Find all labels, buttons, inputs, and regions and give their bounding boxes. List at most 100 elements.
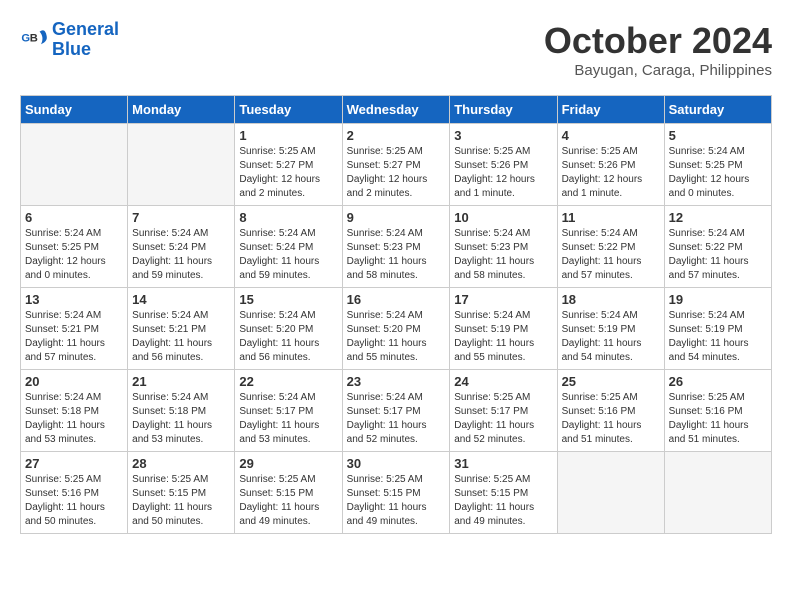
- calendar-day-cell: 25Sunrise: 5:25 AM Sunset: 5:16 PM Dayli…: [557, 370, 664, 452]
- month-title: October 2024: [544, 20, 772, 62]
- day-number: 19: [669, 292, 767, 307]
- calendar-day-cell: 4 Sunrise: 5:25 AM Sunset: 5:26 PM Daylig…: [557, 124, 664, 206]
- day-info: Sunrise: 5:24 AM Sunset: 5:25 PM Dayligh…: [669, 145, 767, 201]
- day-number: 3: [454, 128, 552, 143]
- calendar-day-cell: 31Sunrise: 5:25 AM Sunset: 5:15 PM Dayli…: [450, 452, 557, 534]
- calendar-table: SundayMondayTuesdayWednesdayThursdayFrid…: [20, 95, 772, 534]
- day-number: 22: [239, 374, 337, 389]
- calendar-day-cell: 30Sunrise: 5:25 AM Sunset: 5:15 PM Dayli…: [342, 452, 450, 534]
- day-info: Sunrise: 5:25 AM Sunset: 5:15 PM Dayligh…: [239, 473, 337, 529]
- day-number: 21: [132, 374, 230, 389]
- calendar-body: 1 Sunrise: 5:25 AM Sunset: 5:27 PM Daylig…: [21, 124, 772, 534]
- day-info: Sunrise: 5:25 AM Sunset: 5:27 PM Dayligh…: [239, 145, 337, 201]
- day-info: Sunrise: 5:24 AM Sunset: 5:22 PM Dayligh…: [669, 227, 767, 283]
- day-number: 7: [132, 210, 230, 225]
- weekday-header: Monday: [128, 96, 235, 124]
- day-number: 28: [132, 456, 230, 471]
- day-number: 9: [347, 210, 446, 225]
- day-number: 29: [239, 456, 337, 471]
- day-number: 4: [562, 128, 660, 143]
- day-number: 11: [562, 210, 660, 225]
- calendar-day-cell: 7 Sunrise: 5:24 AM Sunset: 5:24 PM Daylig…: [128, 206, 235, 288]
- day-info: Sunrise: 5:24 AM Sunset: 5:24 PM Dayligh…: [132, 227, 230, 283]
- day-info: Sunrise: 5:24 AM Sunset: 5:24 PM Dayligh…: [239, 227, 337, 283]
- day-number: 23: [347, 374, 446, 389]
- calendar-day-cell: 20 Sunrise: 5:24 AM Sunset: 5:18 PM Dayli…: [21, 370, 128, 452]
- svg-text:G: G: [21, 32, 30, 44]
- weekday-header: Wednesday: [342, 96, 450, 124]
- day-info: Sunrise: 5:24 AM Sunset: 5:17 PM Dayligh…: [239, 391, 337, 447]
- calendar-week-row: 6 Sunrise: 5:24 AM Sunset: 5:25 PM Daylig…: [21, 206, 772, 288]
- calendar-header-row: SundayMondayTuesdayWednesdayThursdayFrid…: [21, 96, 772, 124]
- day-info: Sunrise: 5:25 AM Sunset: 5:26 PM Dayligh…: [562, 145, 660, 201]
- day-info: Sunrise: 5:25 AM Sunset: 5:16 PM Dayligh…: [669, 391, 767, 447]
- calendar-day-cell: 19 Sunrise: 5:24 AM Sunset: 5:19 PM Dayli…: [664, 288, 771, 370]
- title-block: October 2024 Bayugan, Caraga, Philippine…: [544, 20, 772, 79]
- day-number: 27: [25, 456, 123, 471]
- calendar-day-cell: 5 Sunrise: 5:24 AM Sunset: 5:25 PM Daylig…: [664, 124, 771, 206]
- calendar-day-cell: 11 Sunrise: 5:24 AM Sunset: 5:22 PM Dayli…: [557, 206, 664, 288]
- day-info: Sunrise: 5:25 AM Sunset: 5:16 PM Dayligh…: [25, 473, 123, 529]
- day-info: Sunrise: 5:24 AM Sunset: 5:20 PM Dayligh…: [239, 309, 337, 365]
- day-number: 10: [454, 210, 552, 225]
- calendar-week-row: 13 Sunrise: 5:24 AM Sunset: 5:21 PM Dayli…: [21, 288, 772, 370]
- location-subtitle: Bayugan, Caraga, Philippines: [544, 62, 772, 79]
- day-number: 13: [25, 292, 123, 307]
- logo-line1: General: [52, 19, 119, 39]
- day-number: 30: [347, 456, 446, 471]
- weekday-header: Thursday: [450, 96, 557, 124]
- day-number: 12: [669, 210, 767, 225]
- calendar-day-cell: 15Sunrise: 5:24 AM Sunset: 5:20 PM Dayli…: [235, 288, 342, 370]
- logo: G B General Blue: [20, 20, 119, 60]
- day-number: 20: [25, 374, 123, 389]
- weekday-header: Saturday: [664, 96, 771, 124]
- day-info: Sunrise: 5:24 AM Sunset: 5:19 PM Dayligh…: [562, 309, 660, 365]
- day-info: Sunrise: 5:25 AM Sunset: 5:26 PM Dayligh…: [454, 145, 552, 201]
- day-info: Sunrise: 5:24 AM Sunset: 5:19 PM Dayligh…: [454, 309, 552, 365]
- calendar-day-cell: 17Sunrise: 5:24 AM Sunset: 5:19 PM Dayli…: [450, 288, 557, 370]
- calendar-day-cell: 23Sunrise: 5:24 AM Sunset: 5:17 PM Dayli…: [342, 370, 450, 452]
- calendar-day-cell: 2 Sunrise: 5:25 AM Sunset: 5:27 PM Daylig…: [342, 124, 450, 206]
- calendar-week-row: 20 Sunrise: 5:24 AM Sunset: 5:18 PM Dayli…: [21, 370, 772, 452]
- day-info: Sunrise: 5:25 AM Sunset: 5:17 PM Dayligh…: [454, 391, 552, 447]
- calendar-week-row: 27 Sunrise: 5:25 AM Sunset: 5:16 PM Dayli…: [21, 452, 772, 534]
- day-number: 6: [25, 210, 123, 225]
- day-info: Sunrise: 5:24 AM Sunset: 5:18 PM Dayligh…: [25, 391, 123, 447]
- day-number: 1: [239, 128, 337, 143]
- day-info: Sunrise: 5:25 AM Sunset: 5:15 PM Dayligh…: [454, 473, 552, 529]
- day-number: 25: [562, 374, 660, 389]
- day-number: 18: [562, 292, 660, 307]
- day-number: 26: [669, 374, 767, 389]
- calendar-day-cell: 22 Sunrise: 5:24 AM Sunset: 5:17 PM Dayli…: [235, 370, 342, 452]
- svg-text:B: B: [30, 32, 38, 44]
- weekday-header: Tuesday: [235, 96, 342, 124]
- calendar-day-cell: 1 Sunrise: 5:25 AM Sunset: 5:27 PM Daylig…: [235, 124, 342, 206]
- day-info: Sunrise: 5:24 AM Sunset: 5:21 PM Dayligh…: [25, 309, 123, 365]
- day-number: 2: [347, 128, 446, 143]
- calendar-day-cell: 8Sunrise: 5:24 AM Sunset: 5:24 PM Daylig…: [235, 206, 342, 288]
- day-info: Sunrise: 5:24 AM Sunset: 5:20 PM Dayligh…: [347, 309, 446, 365]
- weekday-header: Sunday: [21, 96, 128, 124]
- calendar-day-cell: 6 Sunrise: 5:24 AM Sunset: 5:25 PM Daylig…: [21, 206, 128, 288]
- day-info: Sunrise: 5:24 AM Sunset: 5:25 PM Dayligh…: [25, 227, 123, 283]
- day-info: Sunrise: 5:24 AM Sunset: 5:21 PM Dayligh…: [132, 309, 230, 365]
- day-info: Sunrise: 5:25 AM Sunset: 5:15 PM Dayligh…: [132, 473, 230, 529]
- day-info: Sunrise: 5:24 AM Sunset: 5:19 PM Dayligh…: [669, 309, 767, 365]
- calendar-day-cell: 10Sunrise: 5:24 AM Sunset: 5:23 PM Dayli…: [450, 206, 557, 288]
- calendar-day-cell: 14Sunrise: 5:24 AM Sunset: 5:21 PM Dayli…: [128, 288, 235, 370]
- calendar-day-cell: 27 Sunrise: 5:25 AM Sunset: 5:16 PM Dayli…: [21, 452, 128, 534]
- day-info: Sunrise: 5:25 AM Sunset: 5:27 PM Dayligh…: [347, 145, 446, 201]
- logo-icon: G B: [20, 26, 48, 54]
- calendar-day-cell: [557, 452, 664, 534]
- day-number: 5: [669, 128, 767, 143]
- day-info: Sunrise: 5:24 AM Sunset: 5:22 PM Dayligh…: [562, 227, 660, 283]
- day-info: Sunrise: 5:24 AM Sunset: 5:23 PM Dayligh…: [347, 227, 446, 283]
- calendar-day-cell: 13 Sunrise: 5:24 AM Sunset: 5:21 PM Dayli…: [21, 288, 128, 370]
- calendar-day-cell: 3 Sunrise: 5:25 AM Sunset: 5:26 PM Daylig…: [450, 124, 557, 206]
- calendar-day-cell: [664, 452, 771, 534]
- logo-line2: Blue: [52, 39, 91, 59]
- calendar-week-row: 1 Sunrise: 5:25 AM Sunset: 5:27 PM Daylig…: [21, 124, 772, 206]
- calendar-day-cell: 9 Sunrise: 5:24 AM Sunset: 5:23 PM Daylig…: [342, 206, 450, 288]
- day-info: Sunrise: 5:24 AM Sunset: 5:18 PM Dayligh…: [132, 391, 230, 447]
- weekday-header: Friday: [557, 96, 664, 124]
